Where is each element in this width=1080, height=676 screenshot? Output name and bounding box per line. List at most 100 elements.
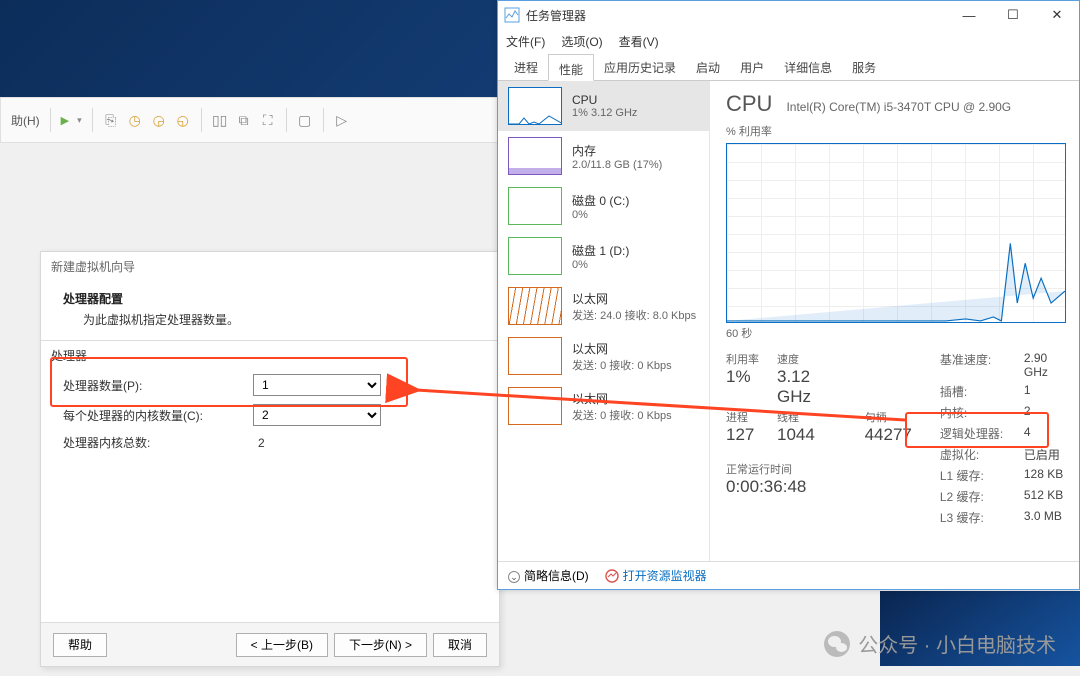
resmon-icon <box>605 569 619 583</box>
tab-processes[interactable]: 进程 <box>504 53 548 80</box>
help-menu[interactable]: 助(H) <box>11 112 40 129</box>
snapshot-manage-icon[interactable]: ◵ <box>171 109 195 131</box>
sidebar-item-eth1[interactable]: 以太网 发送: 0 接收: 0 Kbps <box>498 331 709 381</box>
sidebar-disk1-sub: 0% <box>572 259 629 271</box>
separator <box>50 108 51 132</box>
watermark-text: 公众号 · 小白电脑技术 <box>858 629 1056 658</box>
vmware-toolbar: 助(H) ▶ ▾ ⎘ ◷ ◶ ◵ ▯▯ ⧉ ⛶ ▢ ▷ <box>0 97 500 143</box>
cpu-utilization-chart[interactable] <box>726 143 1066 323</box>
console-icon[interactable]: ▷ <box>330 109 354 131</box>
watermark: 公众号 · 小白电脑技术 <box>824 629 1056 658</box>
maximize-button[interactable]: ☐ <box>991 1 1035 29</box>
window-controls: — ☐ ✕ <box>947 1 1079 29</box>
back-button[interactable]: < 上一步(B) <box>236 633 328 657</box>
sidebar-eth2-title: 以太网 <box>572 390 672 407</box>
resmon-link[interactable]: 打开资源监视器 <box>605 567 707 584</box>
logical-value: 4 <box>1024 425 1073 442</box>
base-speed-value: 2.90 GHz <box>1024 351 1073 379</box>
cores-per-proc-select[interactable]: 2 <box>253 404 381 426</box>
next-button[interactable]: 下一步(N) > <box>334 633 427 657</box>
wizard-button-bar: 帮助 < 上一步(B) 下一步(N) > 取消 <box>41 622 499 666</box>
speed-value: 3.12 GHz <box>777 367 847 407</box>
sidebar-disk1-title: 磁盘 1 (D:) <box>572 242 629 259</box>
tab-app-history[interactable]: 应用历史记录 <box>594 53 686 80</box>
proc-label: 进程 <box>726 409 759 425</box>
uptime-value: 0:00:36:48 <box>726 477 912 497</box>
speed-label: 速度 <box>777 351 847 367</box>
wechat-icon <box>824 631 850 657</box>
sockets-label: 插槽: <box>940 383 1010 400</box>
tab-performance[interactable]: 性能 <box>548 54 594 81</box>
tab-users[interactable]: 用户 <box>730 53 774 80</box>
new-vm-wizard: 新建虚拟机向导 处理器配置 为此虚拟机指定处理器数量。 处理器 处理器数量(P)… <box>40 251 500 667</box>
cores-value: 2 <box>1024 404 1073 421</box>
fullscreen-icon[interactable]: ⛶ <box>256 109 280 131</box>
separator <box>201 108 202 132</box>
wizard-heading: 处理器配置 <box>63 290 477 307</box>
sidebar-disk0-sub: 0% <box>572 209 629 221</box>
separator <box>323 108 324 132</box>
thread-value: 1044 <box>777 425 847 445</box>
menu-options[interactable]: 选项(O) <box>561 33 602 50</box>
tab-services[interactable]: 服务 <box>842 53 886 80</box>
eth1-mini-chart <box>508 337 562 375</box>
performance-main: CPU Intel(R) Core(TM) i5-3470T CPU @ 2.9… <box>710 81 1079 561</box>
sidebar-item-eth2[interactable]: 以太网 发送: 0 接收: 0 Kbps <box>498 381 709 431</box>
play-icon[interactable]: ▶ <box>61 114 69 127</box>
virt-label: 虚拟化: <box>940 446 1010 463</box>
cancel-button[interactable]: 取消 <box>433 633 487 657</box>
cpu-details: 基准速度:2.90 GHz 插槽:1 内核:2 逻辑处理器:4 虚拟化:已启用 … <box>940 351 1073 526</box>
close-button[interactable]: ✕ <box>1035 1 1079 29</box>
sockets-value: 1 <box>1024 383 1073 400</box>
sidebar-eth1-title: 以太网 <box>572 340 672 357</box>
processor-count-select[interactable]: 1 <box>253 374 381 396</box>
snapshot-take-icon[interactable]: ◷ <box>123 109 147 131</box>
play-dropdown[interactable]: ▾ <box>77 115 82 126</box>
uptime-label: 正常运行时间 <box>726 461 912 477</box>
taskmgr-footer: ⌄简略信息(D) 打开资源监视器 <box>498 561 1079 589</box>
sidebar-mem-sub: 2.0/11.8 GB (17%) <box>572 159 662 171</box>
taskmgr-icon <box>504 7 520 23</box>
help-button[interactable]: 帮助 <box>53 633 107 657</box>
memory-mini-chart <box>508 137 562 175</box>
processor-count-label: 处理器数量(P): <box>63 377 253 394</box>
cpu-heading: CPU <box>726 91 772 117</box>
menu-file[interactable]: 文件(F) <box>506 33 545 50</box>
thread-label: 线程 <box>777 409 847 425</box>
total-cores-value: 2 <box>253 436 381 450</box>
virt-value: 已启用 <box>1024 446 1073 463</box>
util-label: 利用率 <box>726 351 759 367</box>
utilization-label: % 利用率 <box>726 123 1073 139</box>
cores-label: 内核: <box>940 404 1010 421</box>
chevron-icon: ⌄ <box>508 571 520 583</box>
sidebar-item-disk0[interactable]: 磁盘 0 (C:) 0% <box>498 181 709 231</box>
disk1-mini-chart <box>508 237 562 275</box>
window-title: 任务管理器 <box>526 7 586 24</box>
menu-view[interactable]: 查看(V) <box>619 33 659 50</box>
cpu-mini-chart <box>508 87 562 125</box>
sidebar-mem-title: 内存 <box>572 142 662 159</box>
minimize-button[interactable]: — <box>947 1 991 29</box>
layout-2-icon[interactable]: ⧉ <box>232 109 256 131</box>
sidebar-item-eth0[interactable]: 以太网 发送: 24.0 接收: 8.0 Kbps <box>498 281 709 331</box>
util-value: 1% <box>726 367 759 387</box>
handle-value: 44277 <box>865 425 912 445</box>
sidebar-item-disk1[interactable]: 磁盘 1 (D:) 0% <box>498 231 709 281</box>
snapshot-revert-icon[interactable]: ◶ <box>147 109 171 131</box>
sidebar-eth2-sub: 发送: 0 接收: 0 Kbps <box>572 407 672 423</box>
eth0-mini-chart <box>508 287 562 325</box>
tab-startup[interactable]: 启动 <box>686 53 730 80</box>
separator <box>92 108 93 132</box>
unity-icon[interactable]: ▢ <box>293 109 317 131</box>
sidebar-item-cpu[interactable]: CPU 1% 3.12 GHz <box>498 81 709 131</box>
handle-label: 句柄 <box>865 409 912 425</box>
tab-details[interactable]: 详细信息 <box>774 53 842 80</box>
logical-label: 逻辑处理器: <box>940 425 1010 442</box>
snapshot-icon[interactable]: ⎘ <box>99 109 123 131</box>
menu-bar: 文件(F) 选项(O) 查看(V) <box>498 29 1079 53</box>
layout-1-icon[interactable]: ▯▯ <box>208 109 232 131</box>
sidebar-item-memory[interactable]: 内存 2.0/11.8 GB (17%) <box>498 131 709 181</box>
sidebar-eth0-title: 以太网 <box>572 290 696 307</box>
sidebar-cpu-sub: 1% 3.12 GHz <box>572 107 637 119</box>
brief-info-button[interactable]: ⌄简略信息(D) <box>508 567 589 584</box>
